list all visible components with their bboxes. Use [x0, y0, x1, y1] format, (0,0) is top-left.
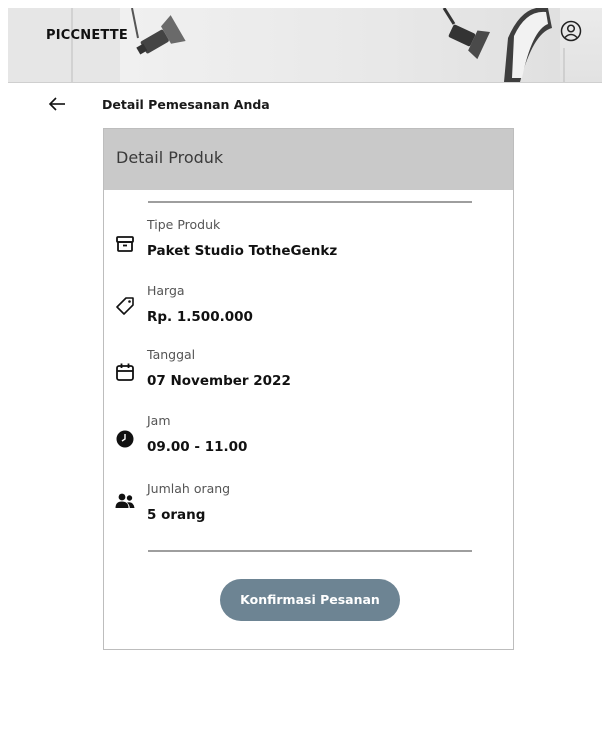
confirm-order-button[interactable]: Konfirmasi Pesanan — [220, 579, 400, 621]
item-value: 5 orang — [147, 507, 206, 523]
item-label: Jam — [147, 413, 171, 428]
header-divider — [8, 82, 602, 83]
item-value: Rp. 1.500.000 — [147, 309, 253, 325]
clock-icon — [116, 430, 134, 448]
item-label: Tanggal — [147, 347, 196, 362]
divider-top — [148, 201, 472, 203]
people-icon — [115, 493, 135, 508]
item-label: Jumlah orang — [147, 481, 231, 496]
detail-item-time: Jam 09.00 - 11.00 — [104, 413, 513, 469]
item-value: Paket Studio TotheGenkz — [147, 243, 338, 259]
detail-item-people: Jumlah orang 5 orang — [104, 481, 513, 537]
calendar-icon — [116, 363, 134, 381]
card-title: Detail Produk — [116, 148, 224, 167]
detail-item-date: Tanggal 07 November 2022 — [104, 347, 513, 403]
page-title: Detail Pemesanan Anda — [102, 97, 270, 112]
card-header: Detail Produk — [104, 129, 513, 190]
arrow-left-icon[interactable] — [48, 96, 68, 112]
brand-logo[interactable]: PICCNETTE — [46, 28, 128, 43]
item-label: Tipe Produk — [147, 217, 221, 232]
item-value: 07 November 2022 — [147, 373, 291, 389]
detail-item-price: Harga Rp. 1.500.000 — [104, 283, 513, 339]
detail-item-product-type: Tipe Produk Paket Studio TotheGenkz — [104, 217, 513, 273]
package-icon — [116, 236, 134, 252]
order-detail-card: Detail Produk Tipe Produk Paket Studio T… — [103, 128, 514, 650]
user-circle-icon[interactable] — [560, 20, 582, 42]
price-tag-icon — [116, 297, 134, 315]
item-value: 09.00 - 11.00 — [147, 439, 248, 455]
item-label: Harga — [147, 283, 185, 298]
header-banner: PICCNETTE — [8, 8, 602, 82]
divider-bottom — [148, 550, 472, 552]
studio-lights-illustration — [71, 8, 565, 82]
